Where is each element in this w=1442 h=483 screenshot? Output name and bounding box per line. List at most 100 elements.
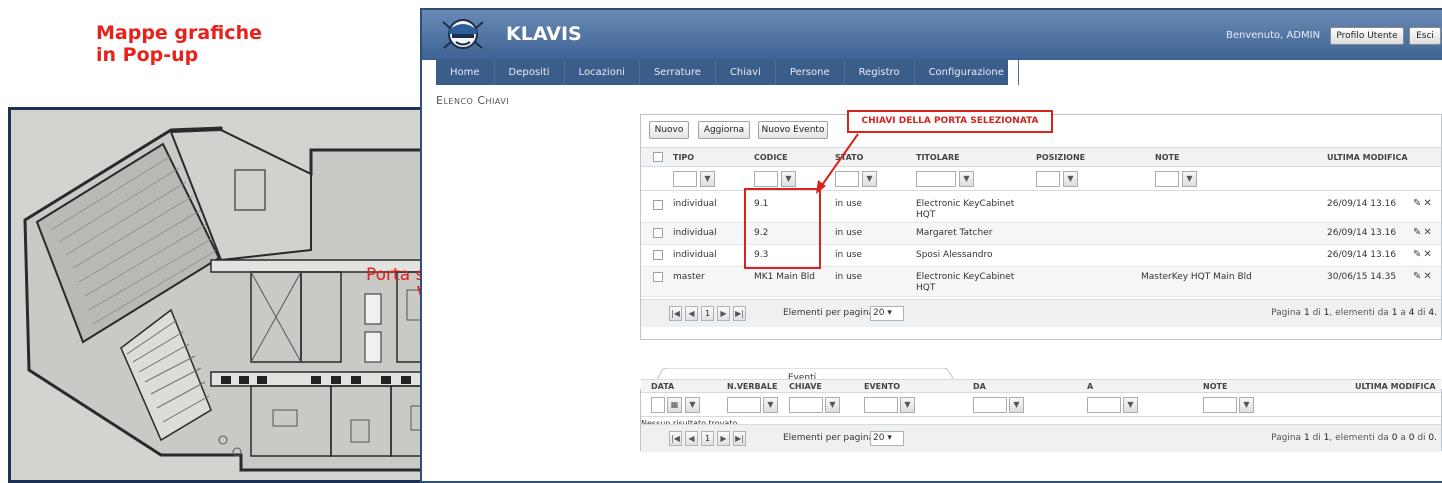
filter-evento-input[interactable]: [864, 397, 898, 413]
col-tipo[interactable]: TIPO: [673, 153, 694, 162]
filter-posizione-input[interactable]: [1036, 171, 1060, 187]
last-page-icon[interactable]: ▶|: [733, 306, 746, 321]
nav-persone[interactable]: Persone: [776, 60, 845, 85]
per-page-label: Elementi per pagina:: [783, 433, 878, 443]
nav-registro[interactable]: Registro: [845, 60, 915, 85]
cell-modifica: 26/09/14 13.16: [1327, 228, 1397, 238]
filter-da-input[interactable]: [973, 397, 1007, 413]
nav-serrature[interactable]: Serrature: [640, 60, 716, 85]
filter-tipo-icon[interactable]: ▼: [700, 171, 715, 187]
cell-tipo: individual: [673, 199, 717, 209]
delete-icon[interactable]: ✕: [1423, 249, 1433, 260]
cell-stato: in use: [835, 272, 862, 282]
select-all-checkbox[interactable]: [653, 152, 663, 162]
filter-data-icon[interactable]: ▼: [685, 397, 700, 413]
new-key-button[interactable]: Nuovo: [649, 121, 689, 139]
filter-titolare-icon[interactable]: ▼: [959, 171, 974, 187]
filter-codice-icon[interactable]: ▼: [781, 171, 796, 187]
col-n-verbale[interactable]: N.VERBALE: [727, 382, 777, 391]
filter-data-input[interactable]: [651, 397, 665, 413]
filter-note-icon[interactable]: ▼: [1182, 171, 1197, 187]
col-evento[interactable]: EVENTO: [864, 382, 900, 391]
app-header: KLAVIS Benvenuto, ADMIN Profilo Utente E…: [422, 10, 1442, 60]
prev-page-icon[interactable]: ◀: [685, 431, 698, 446]
row-checkbox[interactable]: [653, 272, 663, 282]
col-note[interactable]: NOTE: [1203, 382, 1227, 391]
edit-icon[interactable]: ✎: [1413, 227, 1423, 238]
filter-da-icon[interactable]: ▼: [1009, 397, 1024, 413]
filter-stato-icon[interactable]: ▼: [862, 171, 877, 187]
nav-chiavi[interactable]: Chiavi: [716, 60, 776, 85]
next-page-icon[interactable]: ▶: [717, 431, 730, 446]
col-ultima-modifica[interactable]: ULTIMA MODIFICA: [1355, 382, 1436, 391]
col-da[interactable]: DA: [973, 382, 986, 391]
filter-a-input[interactable]: [1087, 397, 1121, 413]
events-panel: DATA N.VERBALE CHIAVE EVENTO DA A NOTE U…: [640, 379, 1442, 452]
first-page-icon[interactable]: |◀: [669, 431, 682, 446]
edit-icon[interactable]: ✎: [1413, 198, 1423, 209]
col-a[interactable]: A: [1087, 382, 1093, 391]
nav-depositi[interactable]: Depositi: [495, 60, 565, 85]
filter-note-icon[interactable]: ▼: [1239, 397, 1254, 413]
col-note[interactable]: NOTE: [1155, 153, 1179, 162]
col-ultima-modifica[interactable]: ULTIMA MODIFICA: [1327, 153, 1408, 162]
cell-modifica: 30/06/15 14.35: [1327, 272, 1397, 282]
first-page-icon[interactable]: |◀: [669, 306, 682, 321]
next-page-icon[interactable]: ▶: [717, 306, 730, 321]
per-page-select[interactable]: 20 ▾: [870, 306, 904, 321]
main-nav: Home Depositi Locazioni Serrature Chiavi…: [436, 60, 1019, 85]
table-row[interactable]: master MK1 Main Bld in use Electronic Ke…: [641, 267, 1441, 297]
filter-note-input[interactable]: [1203, 397, 1237, 413]
current-page[interactable]: 1: [701, 306, 714, 321]
last-page-icon[interactable]: ▶|: [733, 431, 746, 446]
per-page-label: Elementi per pagina:: [783, 308, 878, 318]
col-chiave[interactable]: CHIAVE: [789, 382, 822, 391]
prev-page-icon[interactable]: ◀: [685, 306, 698, 321]
row-checkbox[interactable]: [653, 200, 663, 210]
filter-codice-input[interactable]: [754, 171, 778, 187]
filter-evento-icon[interactable]: ▼: [900, 397, 915, 413]
col-codice[interactable]: CODICE: [754, 153, 788, 162]
refresh-button[interactable]: Aggiorna: [698, 121, 750, 139]
per-page-select[interactable]: 20 ▾: [870, 431, 904, 446]
cell-tipo: individual: [673, 250, 717, 260]
filter-stato-input[interactable]: [835, 171, 859, 187]
cell-titolare: Margaret Tatcher: [916, 228, 993, 238]
current-page[interactable]: 1: [701, 431, 714, 446]
cell-modifica: 26/09/14 13.16: [1327, 199, 1397, 209]
filter-n-verbale-icon[interactable]: ▼: [763, 397, 778, 413]
row-checkbox[interactable]: [653, 228, 663, 238]
filter-titolare-input[interactable]: [916, 171, 956, 187]
filter-n-verbale-input[interactable]: [727, 397, 761, 413]
events-filter-row: ▦ ▼ ▼ ▼ ▼ ▼ ▼ ▼: [641, 393, 1441, 417]
profile-button[interactable]: Profilo Utente: [1330, 27, 1404, 45]
nav-locazioni[interactable]: Locazioni: [565, 60, 640, 85]
filter-chiave-input[interactable]: [789, 397, 823, 413]
logout-button[interactable]: Esci: [1409, 27, 1441, 45]
cell-modifica: 26/09/14 13.16: [1327, 250, 1397, 260]
row-checkbox[interactable]: [653, 250, 663, 260]
filter-tipo-input[interactable]: [673, 171, 697, 187]
cell-stato: in use: [835, 228, 862, 238]
col-data[interactable]: DATA: [651, 382, 674, 391]
calendar-icon[interactable]: ▦: [667, 397, 682, 413]
cell-stato: in use: [835, 250, 862, 260]
delete-icon[interactable]: ✕: [1423, 227, 1433, 238]
filter-chiave-icon[interactable]: ▼: [825, 397, 840, 413]
filter-note-input[interactable]: [1155, 171, 1179, 187]
filter-a-icon[interactable]: ▼: [1123, 397, 1138, 413]
col-stato[interactable]: STATO: [835, 153, 863, 162]
cell-tipo: individual: [673, 228, 717, 238]
col-titolare[interactable]: TITOLARE: [916, 153, 960, 162]
delete-icon[interactable]: ✕: [1423, 198, 1433, 209]
filter-posizione-icon[interactable]: ▼: [1063, 171, 1078, 187]
nav-home[interactable]: Home: [436, 60, 495, 85]
delete-icon[interactable]: ✕: [1423, 271, 1433, 282]
keys-pager: |◀ ◀ 1 ▶ ▶| Elementi per pagina: 20 ▾ Pa…: [641, 299, 1441, 327]
welcome-text: Benvenuto, ADMIN: [1226, 30, 1321, 41]
nav-configurazione[interactable]: Configurazione: [915, 60, 1019, 85]
col-posizione[interactable]: POSIZIONE: [1036, 153, 1085, 162]
edit-icon[interactable]: ✎: [1413, 271, 1423, 282]
new-event-button[interactable]: Nuovo Evento: [758, 121, 828, 139]
edit-icon[interactable]: ✎: [1413, 249, 1423, 260]
